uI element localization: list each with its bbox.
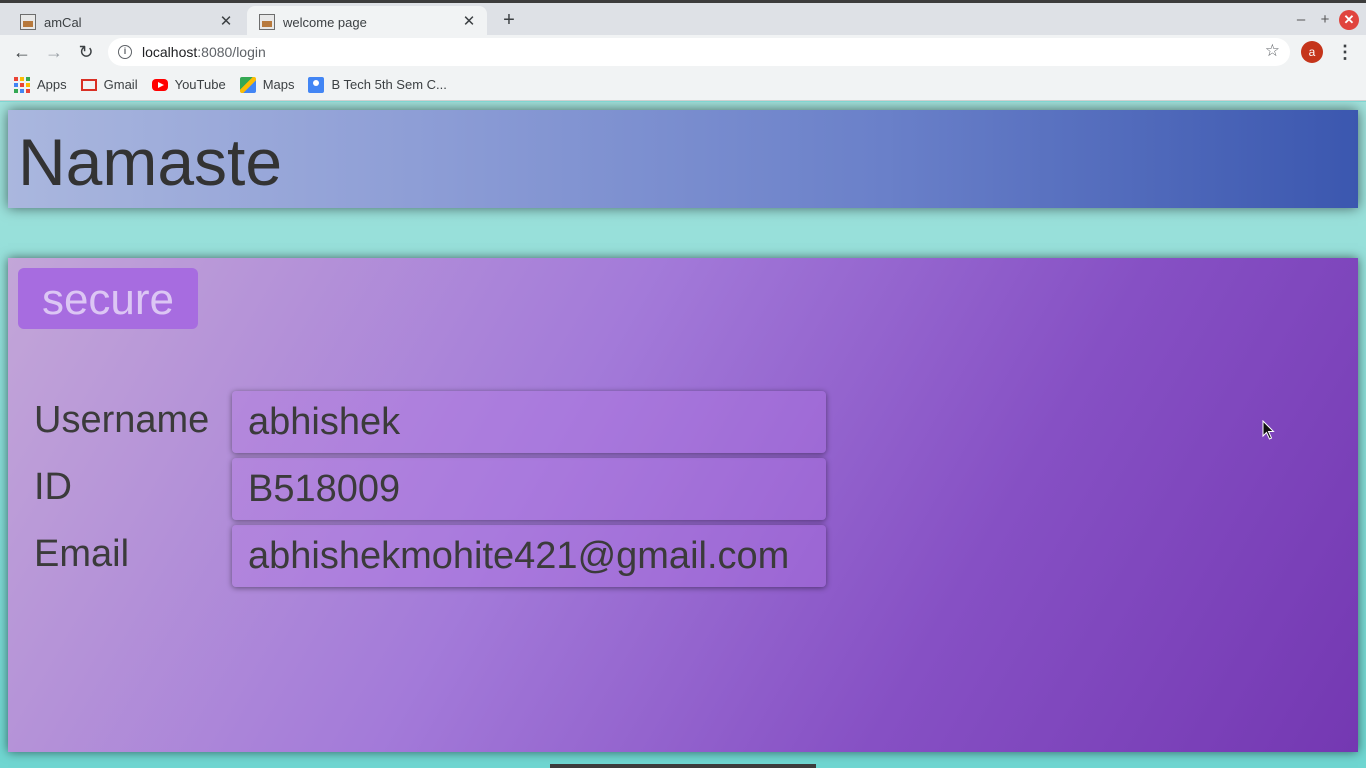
page-favicon-icon — [20, 14, 36, 30]
close-tab-icon[interactable]: ✕ — [459, 12, 479, 32]
bottom-scroll-indicator — [550, 764, 816, 768]
username-field[interactable]: abhishek — [232, 391, 826, 453]
site-info-icon[interactable]: i — [118, 45, 132, 59]
apps-grid-icon — [14, 76, 30, 93]
bookmark-star-icon[interactable]: ☆ — [1265, 41, 1280, 61]
page-favicon-icon — [259, 14, 275, 30]
username-row: Username abhishek — [34, 391, 834, 453]
address-bar[interactable]: i localhost:8080/login ☆ — [108, 38, 1290, 66]
gmail-icon — [80, 78, 97, 91]
bookmark-label: YouTube — [174, 77, 226, 92]
bookmark-gmail[interactable]: Gmail — [80, 77, 138, 92]
classroom-icon — [308, 76, 325, 93]
id-field[interactable]: B518009 — [232, 458, 826, 520]
bookmarks-bar: Apps Gmail YouTube Maps B Tech 5th Sem C… — [0, 69, 1366, 101]
id-label: ID — [34, 466, 72, 508]
browser-toolbar: ← → ↻ i localhost:8080/login ☆ — [0, 35, 1366, 69]
minimize-window-button[interactable]: – — [1290, 9, 1312, 31]
bookmark-btech[interactable]: B Tech 5th Sem C... — [308, 76, 447, 93]
page-viewport: Namaste secure Username abhishek ID B518… — [0, 102, 1366, 768]
id-row: ID B518009 — [34, 458, 834, 520]
profile-avatar[interactable]: a — [1301, 41, 1323, 63]
header-banner: Namaste — [8, 110, 1358, 208]
maps-icon — [239, 76, 256, 93]
tab-title: amCal — [44, 14, 82, 30]
forward-button[interactable]: → — [42, 40, 66, 64]
tab-welcome-page[interactable]: welcome page ✕ — [247, 6, 487, 38]
url-path: :8080/login — [197, 44, 266, 60]
browser-menu-icon[interactable]: ⋮ — [1336, 40, 1354, 64]
email-field[interactable]: abhishekmohite421@gmail.com — [232, 525, 826, 587]
bookmark-apps[interactable]: Apps — [14, 76, 67, 93]
profile-card: secure Username abhishek ID B518009 Emai… — [8, 258, 1358, 752]
maximize-window-button[interactable]: + — [1314, 9, 1336, 31]
page-title: Namaste — [18, 125, 283, 199]
bookmark-label: Gmail — [103, 77, 138, 92]
reload-button[interactable]: ↻ — [74, 40, 98, 64]
tab-strip: amCal ✕ welcome page ✕ + – + ✕ — [0, 0, 1366, 38]
bookmark-label: Maps — [262, 77, 295, 92]
email-label: Email — [34, 533, 130, 575]
username-label: Username — [34, 399, 210, 441]
tab-amcal[interactable]: amCal ✕ — [8, 6, 244, 38]
secure-badge: secure — [18, 268, 198, 329]
youtube-icon — [151, 78, 168, 91]
new-tab-button[interactable]: + — [497, 9, 521, 33]
url-host: localhost — [142, 44, 198, 60]
bookmark-maps[interactable]: Maps — [239, 76, 295, 93]
bookmark-label: Apps — [37, 77, 67, 92]
close-window-button[interactable]: ✕ — [1339, 10, 1359, 30]
email-row: Email abhishekmohite421@gmail.com — [34, 525, 834, 587]
bookmark-youtube[interactable]: YouTube — [151, 77, 226, 92]
bookmark-label: B Tech 5th Sem C... — [331, 77, 447, 92]
back-button[interactable]: ← — [10, 40, 34, 64]
close-tab-icon[interactable]: ✕ — [216, 12, 236, 32]
tab-title: welcome page — [283, 14, 367, 30]
